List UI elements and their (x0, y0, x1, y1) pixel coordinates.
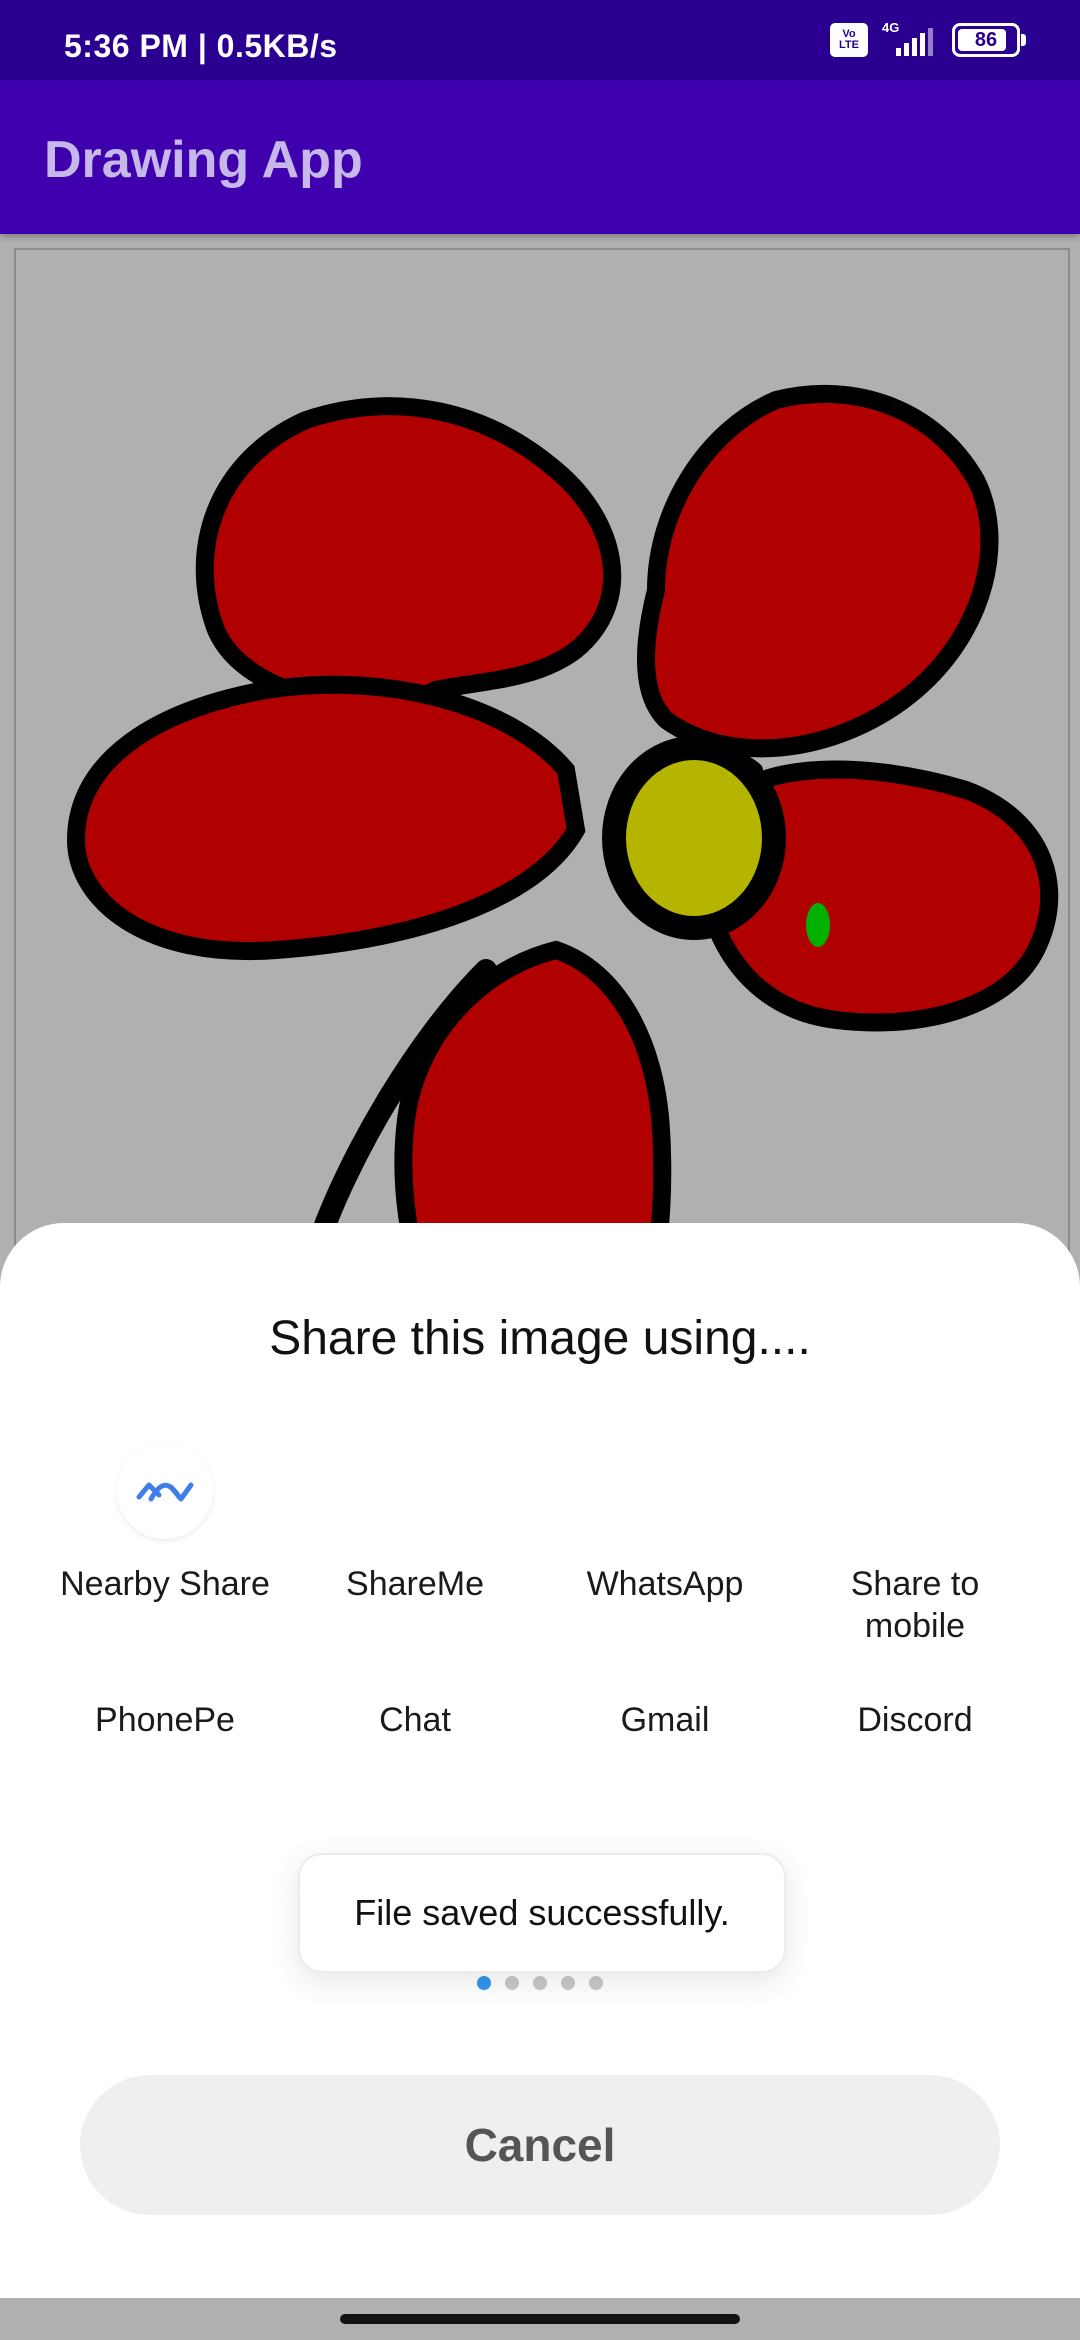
share-target-nearby-share[interactable]: Nearby Share (40, 1443, 290, 1605)
share-target-phonepe[interactable]: PhonePe (40, 1699, 290, 1741)
page-dot (505, 1976, 519, 1990)
volte-label: Vo LTE (839, 28, 859, 51)
share-sheet: Share this image using.... Nearby Share … (0, 1223, 1080, 2298)
share-target-label: Nearby Share (60, 1565, 270, 1603)
share-sheet-title: Share this image using.... (269, 1312, 811, 1365)
page-dot (477, 1976, 491, 1990)
share-target-label: Gmail (620, 1701, 710, 1739)
share-target-label: ShareMe (346, 1565, 484, 1603)
share-target-label: Share to mobile (850, 1565, 980, 1645)
share-target-label: Chat (379, 1701, 451, 1739)
share-target-share-to-mobile[interactable]: Share to mobile (790, 1443, 1040, 1647)
green-dot (806, 903, 830, 947)
share-target-label: WhatsApp (586, 1565, 744, 1603)
flower-center (602, 736, 786, 940)
page-indicator (0, 1976, 1080, 1990)
page-dot (533, 1976, 547, 1990)
share-to-mobile-icon (867, 1443, 963, 1539)
petal-top-right (637, 384, 999, 758)
share-target-discord[interactable]: Discord (790, 1699, 1040, 1741)
page-dot (589, 1976, 603, 1990)
signal-icon: 4G (882, 20, 938, 58)
battery-level: 86 (974, 28, 998, 51)
battery-icon: 86 (952, 23, 1026, 57)
toast-message: File saved successfully. (298, 1853, 786, 1973)
share-target-label: Discord (857, 1701, 973, 1739)
flower-drawing (66, 384, 1059, 1350)
share-target-whatsapp[interactable]: WhatsApp (540, 1443, 790, 1605)
shareme-icon (367, 1443, 463, 1539)
whatsapp-icon (617, 1443, 713, 1539)
cancel-button[interactable]: Cancel (80, 2075, 1000, 2215)
status-time: 5:36 PM | 0.5KB/s (64, 28, 338, 64)
app-bar: Drawing App (0, 80, 1080, 234)
share-target-chat[interactable]: Chat (290, 1699, 540, 1741)
page-dot (561, 1976, 575, 1990)
navigation-bar (0, 2298, 1080, 2340)
share-target-shareme[interactable]: ShareMe (290, 1443, 540, 1605)
nearby-share-icon (117, 1443, 213, 1539)
status-icons: Vo LTE 4G 86 (830, 20, 1026, 60)
share-target-label: PhonePe (95, 1701, 235, 1739)
app-title: Drawing App (44, 131, 363, 189)
status-bar: 5:36 PM | 0.5KB/s Vo LTE 4G 86 (0, 0, 1080, 80)
volte-icon: Vo LTE (830, 23, 868, 57)
drawing-canvas[interactable] (14, 248, 1070, 1352)
share-target-gmail[interactable]: Gmail (540, 1699, 790, 1741)
petal-left (66, 675, 586, 961)
home-indicator[interactable] (340, 2314, 740, 2324)
petal-top-left (195, 397, 622, 713)
